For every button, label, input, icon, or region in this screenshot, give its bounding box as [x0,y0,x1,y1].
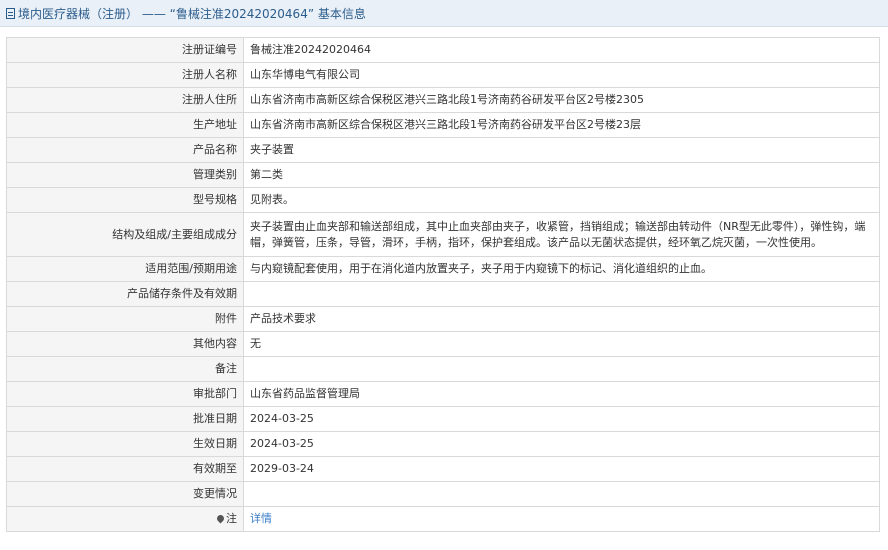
row-value: 见附表。 [243,187,880,213]
row-label: 附件 [6,306,244,332]
table-row: 适用范围/预期用途 与内窥镜配套使用，用于在消化道内放置夹子，夹子用于内窥镜下的… [6,256,880,282]
note-label-cell: 注 [6,506,244,532]
row-value [243,481,880,507]
row-label: 其他内容 [6,331,244,357]
row-value: 山东省济南市高新区综合保税区港兴三路北段1号济南药谷研发平台区2号楼23层 [243,112,880,138]
row-value: 与内窥镜配套使用，用于在消化道内放置夹子，夹子用于内窥镜下的标记、消化道组织的止… [243,256,880,282]
row-label: 适用范围/预期用途 [6,256,244,282]
table-row: 管理类别 第二类 [6,162,880,188]
row-value: 2024-03-25 [243,431,880,457]
row-label: 注册证编号 [6,37,244,63]
table-row: 注册人名称 山东华博电气有限公司 [6,62,880,88]
row-label: 批准日期 [6,406,244,432]
row-value: 无 [243,331,880,357]
row-value: 夹子装置由止血夹部和输送部组成，其中止血夹部由夹子，收紧管，挡销组成；输送部由转… [243,212,880,257]
info-table: 注册证编号 鲁械注准20242020464 注册人名称 山东华博电气有限公司 注… [6,37,880,532]
table-row: 产品储存条件及有效期 [6,281,880,307]
row-label: 变更情况 [6,481,244,507]
row-value: 鲁械注准20242020464 [243,37,880,63]
row-label: 产品名称 [6,137,244,163]
pin-icon [215,513,226,524]
row-value: 山东省济南市高新区综合保税区港兴三路北段1号济南药谷研发平台区2号楼2305 [243,87,880,113]
table-row: 变更情况 [6,481,880,507]
row-label: 有效期至 [6,456,244,482]
row-label: 生效日期 [6,431,244,457]
row-label: 结构及组成/主要组成成分 [6,212,244,257]
row-value: 2024-03-25 [243,406,880,432]
table-row: 产品名称 夹子装置 [6,137,880,163]
details-link[interactable]: 详情 [250,512,272,525]
row-value: 山东省药品监督管理局 [243,381,880,407]
row-value: 夹子装置 [243,137,880,163]
row-value: 第二类 [243,162,880,188]
row-value [243,281,880,307]
table-row: 结构及组成/主要组成成分 夹子装置由止血夹部和输送部组成，其中止血夹部由夹子，收… [6,212,880,257]
table-row: 生效日期 2024-03-25 [6,431,880,457]
row-label: 注册人名称 [6,62,244,88]
row-label: 产品储存条件及有效期 [6,281,244,307]
table-row: 注册人住所 山东省济南市高新区综合保税区港兴三路北段1号济南药谷研发平台区2号楼… [6,87,880,113]
note-value-cell: 详情 [243,506,880,532]
table-row: 其他内容 无 [6,331,880,357]
table-row: 备注 [6,356,880,382]
table-row: 生产地址 山东省济南市高新区综合保税区港兴三路北段1号济南药谷研发平台区2号楼2… [6,112,880,138]
row-value: 2029-03-24 [243,456,880,482]
table-row: 有效期至 2029-03-24 [6,456,880,482]
table-row: 批准日期 2024-03-25 [6,406,880,432]
table-row: 型号规格 见附表。 [6,187,880,213]
table-row: 审批部门 山东省药品监督管理局 [6,381,880,407]
table-row: 注册证编号 鲁械注准20242020464 [6,37,880,63]
page-header: 境内医疗器械（注册） —— “鲁械注准20242020464” 基本信息 [0,0,888,27]
row-label: 型号规格 [6,187,244,213]
table-row-note: 注 详情 [6,506,880,532]
table-row: 附件 产品技术要求 [6,306,880,332]
row-label: 备注 [6,356,244,382]
page-title: 境内医疗器械（注册） —— “鲁械注准20242020464” 基本信息 [18,6,366,21]
row-value: 产品技术要求 [243,306,880,332]
row-label: 管理类别 [6,162,244,188]
document-icon [6,7,15,19]
row-value [243,356,880,382]
row-label: 生产地址 [6,112,244,138]
row-label: 注册人住所 [6,87,244,113]
row-label: 审批部门 [6,381,244,407]
row-value: 山东华博电气有限公司 [243,62,880,88]
note-label: 注 [226,512,237,525]
